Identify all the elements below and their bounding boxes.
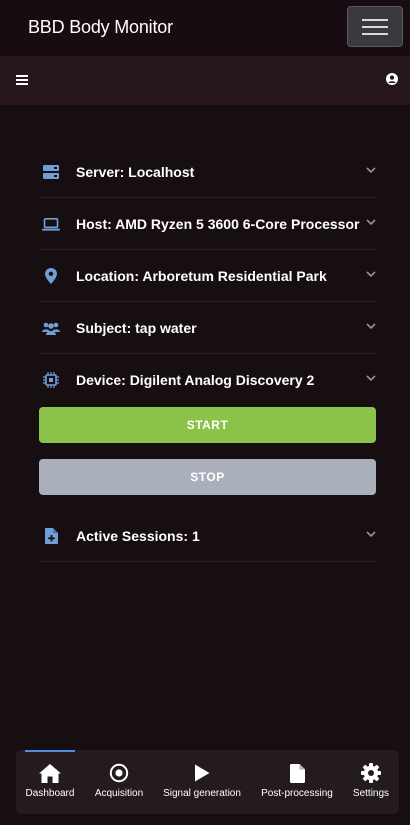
stop-button[interactable]: STOP	[39, 459, 376, 495]
file-plus-icon	[42, 527, 60, 545]
chip-icon	[42, 371, 60, 389]
hamburger-icon	[362, 18, 388, 35]
list-item-server[interactable]: Server: Localhost	[40, 146, 376, 198]
nav-item-post-processing[interactable]: Post-processing	[260, 750, 334, 814]
location-pin-icon	[42, 267, 60, 285]
info-list: Server: Localhost Host: AMD Ryzen 5 3600…	[40, 146, 376, 406]
nav-label: Signal generation	[163, 788, 241, 799]
list-item-label: Active Sessions: 1	[76, 528, 200, 544]
chevron-down-icon[interactable]	[366, 531, 376, 538]
nav-item-dashboard[interactable]: Dashboard	[25, 750, 75, 814]
list-item-label: Location: Arboretum Residential Park	[76, 268, 327, 284]
users-icon	[42, 319, 60, 337]
chevron-down-icon[interactable]	[366, 323, 376, 330]
nav-label: Acquisition	[94, 788, 144, 799]
chevron-down-icon[interactable]	[366, 167, 376, 174]
list-item-host[interactable]: Host: AMD Ryzen 5 3600 6-Core Processor	[40, 198, 376, 250]
bottom-navigation: Dashboard Acquisition Signal generation …	[16, 750, 399, 814]
nav-label: Dashboard	[25, 788, 75, 799]
toolbar	[0, 56, 410, 105]
app-navbar: BBD Body Monitor	[0, 0, 410, 56]
server-icon	[42, 163, 60, 181]
list-item-label: Server: Localhost	[76, 164, 195, 180]
list-item-label: Device: Digilent Analog Discovery 2	[76, 372, 315, 388]
list-item-label: Subject: tap water	[76, 320, 197, 336]
navbar-toggle-button[interactable]	[347, 6, 403, 47]
list-item-label: Host: AMD Ryzen 5 3600 6-Core Processor	[76, 216, 360, 232]
list-item-location[interactable]: Location: Arboretum Residential Park	[40, 250, 376, 302]
chevron-down-icon[interactable]	[366, 219, 376, 226]
nav-item-settings[interactable]: Settings	[350, 750, 392, 814]
start-button[interactable]: START	[39, 407, 376, 443]
nav-item-signal-generation[interactable]: Signal generation	[161, 750, 243, 814]
user-account-icon[interactable]	[386, 73, 398, 85]
nav-item-acquisition[interactable]: Acquisition	[92, 750, 146, 814]
chevron-down-icon[interactable]	[366, 375, 376, 382]
menu-icon[interactable]	[16, 74, 28, 85]
list-item-subject[interactable]: Subject: tap water	[40, 302, 376, 354]
chevron-down-icon[interactable]	[366, 271, 376, 278]
active-sessions-list: Active Sessions: 1	[40, 510, 376, 562]
play-icon	[191, 763, 213, 783]
list-item-active-sessions[interactable]: Active Sessions: 1	[40, 510, 376, 562]
nav-label: Post-processing	[261, 788, 333, 799]
file-icon	[286, 763, 308, 783]
nav-label: Settings	[352, 788, 390, 799]
list-item-device[interactable]: Device: Digilent Analog Discovery 2	[40, 354, 376, 406]
gear-icon	[360, 763, 382, 783]
record-icon	[108, 763, 130, 783]
laptop-icon	[42, 215, 60, 233]
home-icon	[39, 763, 61, 783]
app-title[interactable]: BBD Body Monitor	[28, 16, 173, 38]
